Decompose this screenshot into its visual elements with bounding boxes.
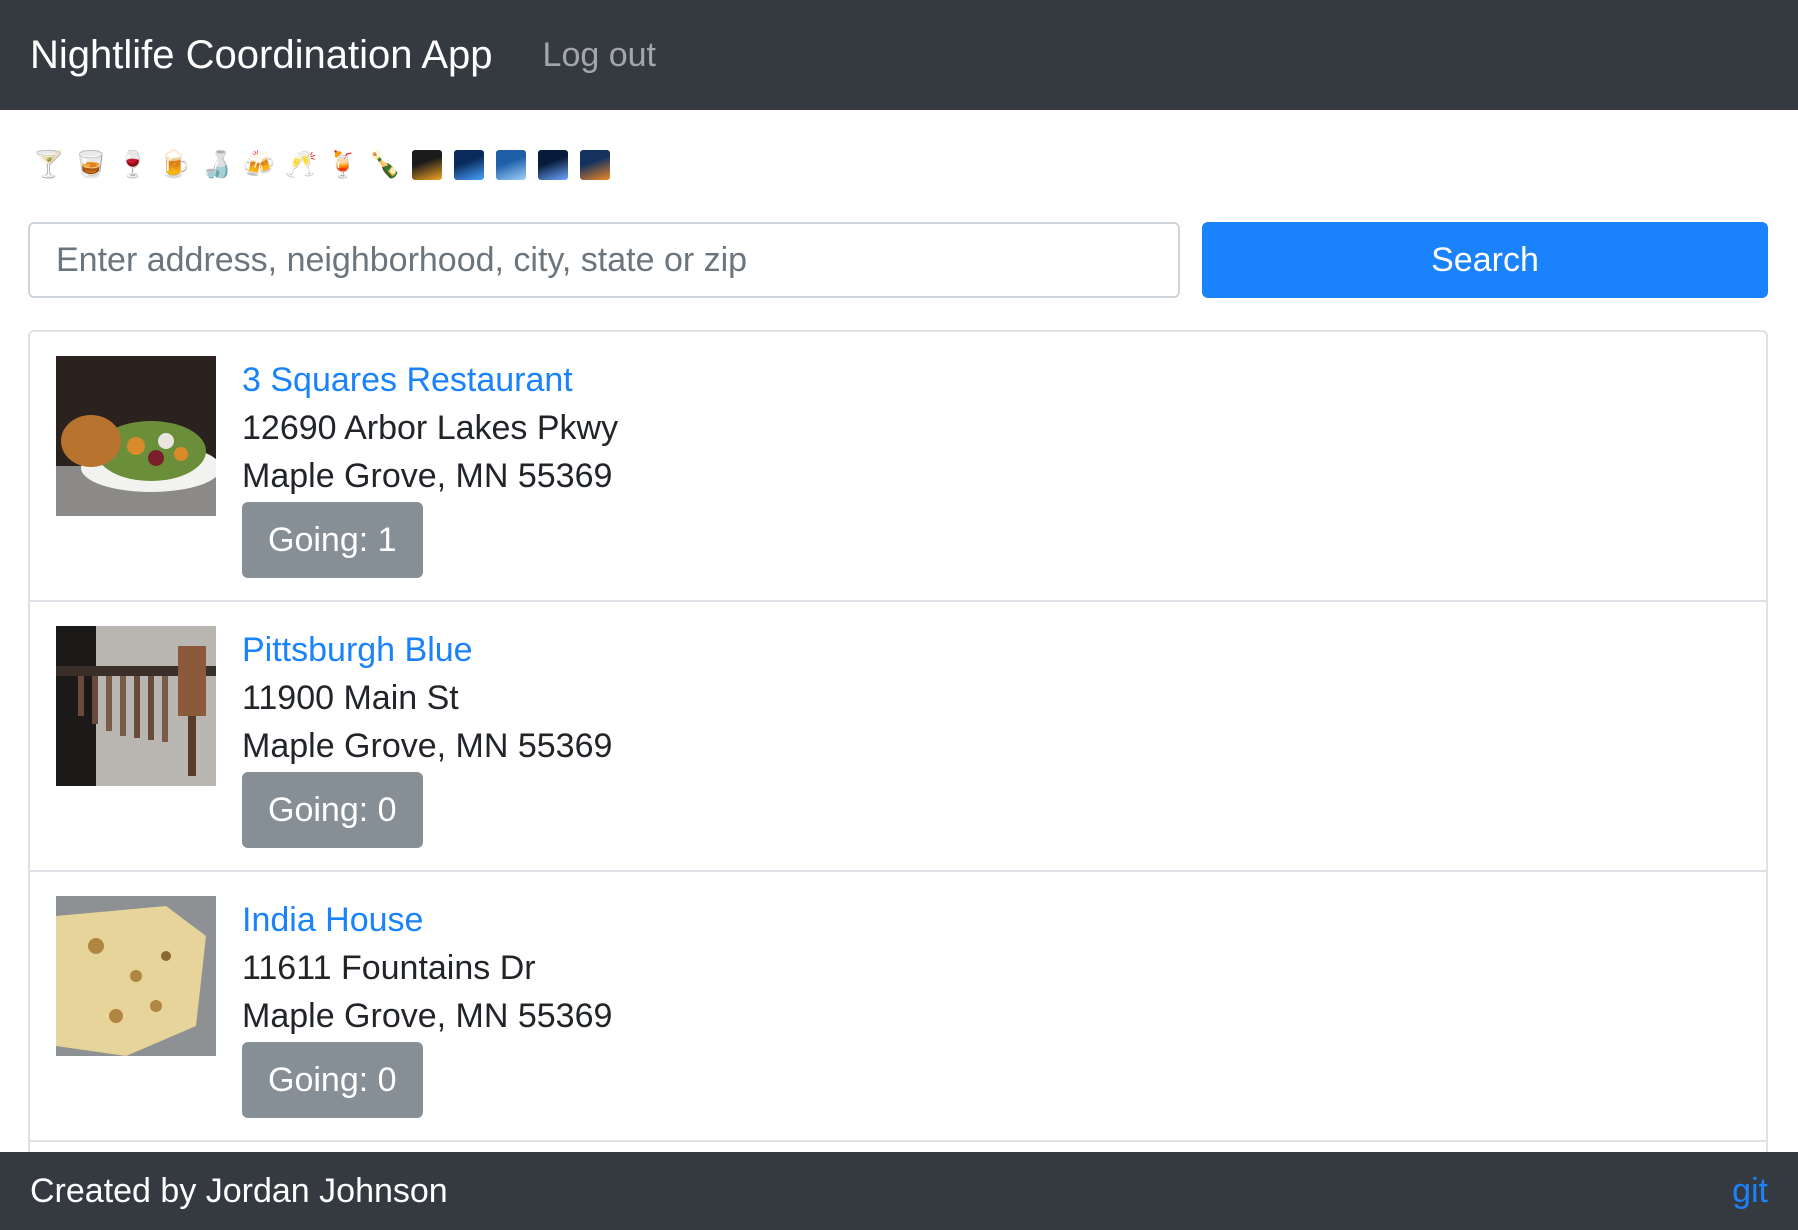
- city-night-icon: [454, 150, 484, 180]
- champagne-bottle-icon: 🍾: [368, 150, 402, 180]
- app-brand[interactable]: Nightlife Coordination App: [30, 33, 493, 78]
- search-button[interactable]: Search: [1202, 222, 1768, 298]
- emoji-strip: 🍸 🥃 🍷 🍺 🍶 🍻 🥂 🍹 🍾: [30, 147, 614, 183]
- wine-glass-icon: 🍷: [116, 150, 150, 180]
- venue-address-line2: Maple Grove, MN 55369: [242, 727, 613, 765]
- going-button[interactable]: Going: 1: [242, 502, 423, 578]
- navbar: Nightlife Coordination App Log out: [0, 0, 1798, 110]
- salad-photo: [56, 356, 216, 516]
- venue-address-line1: 11900 Main St: [242, 679, 459, 717]
- going-button[interactable]: Going: 0: [242, 772, 423, 848]
- search-input[interactable]: [28, 222, 1180, 298]
- cityscape-icon: [496, 150, 526, 180]
- beer-mug-icon: 🍺: [158, 150, 192, 180]
- tropical-drink-icon: 🍹: [326, 150, 360, 180]
- tumbler-glass-icon: 🥃: [74, 150, 108, 180]
- milky-way-icon: [538, 150, 568, 180]
- going-button[interactable]: Going: 0: [242, 1042, 423, 1118]
- footer: Created by Jordan Johnson git: [0, 1152, 1798, 1230]
- venue-item: India House 11611 Fountains Dr Maple Gro…: [30, 872, 1766, 1142]
- venue-name-link[interactable]: 3 Squares Restaurant: [242, 356, 618, 404]
- knives-photo: [56, 626, 216, 786]
- venue-name-link[interactable]: Pittsburgh Blue: [242, 626, 612, 674]
- naan-photo: [56, 896, 216, 1056]
- venue-list: 3 Squares Restaurant 12690 Arbor Lakes P…: [28, 330, 1768, 1160]
- git-link[interactable]: git: [1732, 1172, 1768, 1211]
- venue-info: Pittsburgh Blue 11900 Main St Maple Grov…: [242, 626, 612, 848]
- venue-item: Pittsburgh Blue 11900 Main St Maple Grov…: [30, 602, 1766, 872]
- cocktail-icon: 🍸: [32, 150, 66, 180]
- sake-icon: 🍶: [200, 150, 234, 180]
- venue-address-line1: 11611 Fountains Dr: [242, 949, 536, 987]
- logout-link[interactable]: Log out: [543, 36, 656, 75]
- venue-info: India House 11611 Fountains Dr Maple Gro…: [242, 896, 612, 1118]
- venue-item: 3 Squares Restaurant 12690 Arbor Lakes P…: [30, 332, 1766, 602]
- clinking-beers-icon: 🍻: [242, 150, 276, 180]
- venue-address-line1: 12690 Arbor Lakes Pkwy: [242, 409, 619, 447]
- venue-address-line2: Maple Grove, MN 55369: [242, 997, 613, 1035]
- fireworks-icon: [412, 150, 442, 180]
- venue-info: 3 Squares Restaurant 12690 Arbor Lakes P…: [242, 356, 618, 578]
- venue-address-line2: Maple Grove, MN 55369: [242, 457, 613, 495]
- bridge-at-night-icon: [580, 150, 610, 180]
- footer-credit: Created by Jordan Johnson: [30, 1171, 448, 1210]
- venue-name-link[interactable]: India House: [242, 896, 612, 944]
- clinking-glasses-icon: 🥂: [284, 150, 318, 180]
